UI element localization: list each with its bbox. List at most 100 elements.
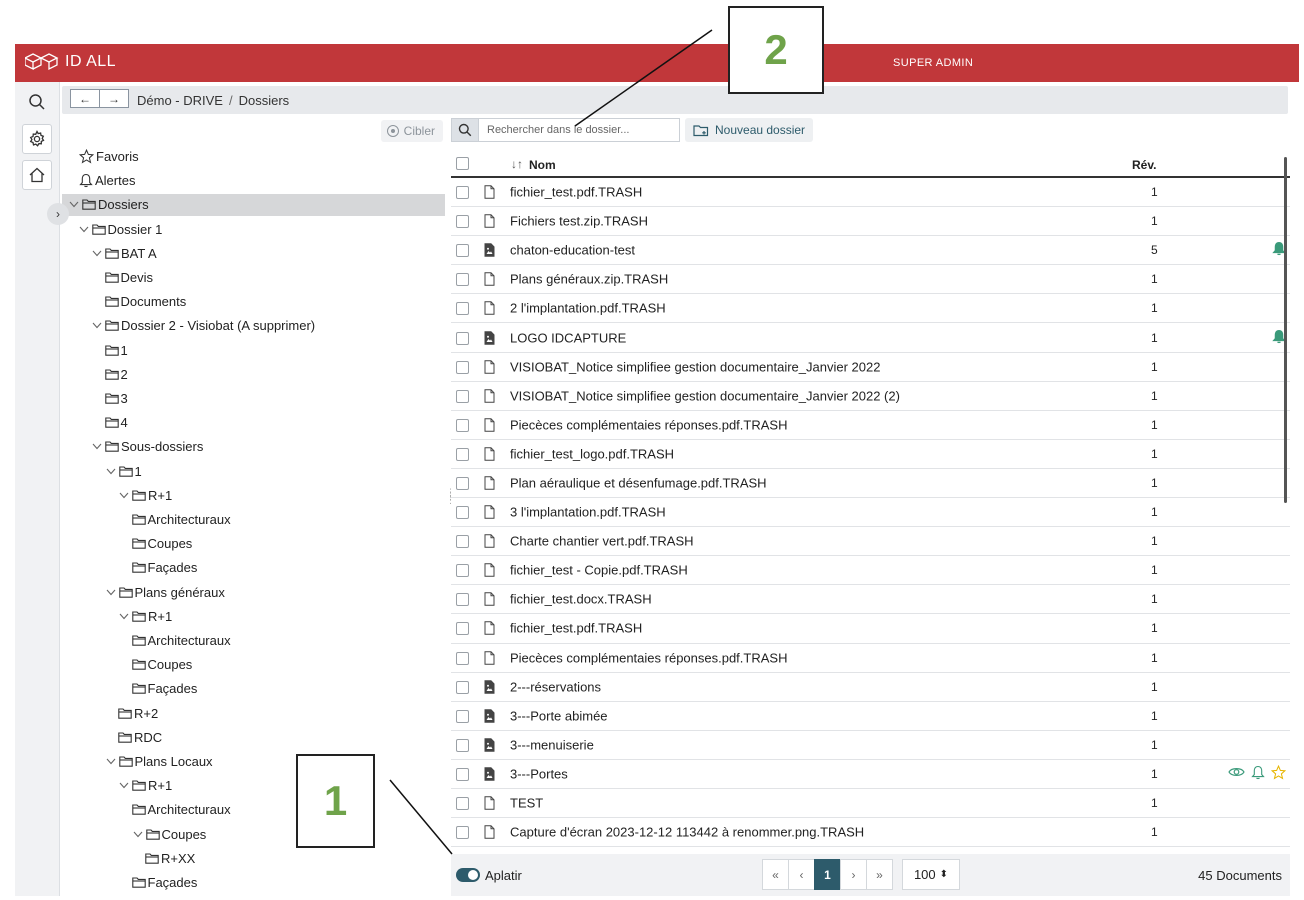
row-checkbox[interactable]	[456, 302, 469, 316]
table-row[interactable]: fichier_test.pdf.TRASH 1	[451, 178, 1290, 208]
file-name[interactable]: Plan aéraulique et désenfumage.pdf.TRASH	[510, 475, 767, 490]
expand-panel-button[interactable]: ›	[47, 203, 69, 225]
tree-node[interactable]: R+2	[62, 703, 445, 725]
tree-node[interactable]: Plans généraux	[62, 582, 445, 604]
row-checkbox[interactable]	[456, 535, 469, 549]
view-eye-icon[interactable]	[1228, 766, 1245, 781]
tree-node[interactable]: 1	[62, 340, 445, 362]
app-logo[interactable]: ID ALL	[25, 52, 116, 72]
tree-node[interactable]: Plans Locaux	[62, 751, 445, 773]
row-checkbox[interactable]	[456, 244, 469, 258]
tree-node[interactable]: Façades	[62, 678, 445, 700]
file-name[interactable]: 3---Portes	[510, 766, 568, 781]
table-row[interactable]: Piecèces complémentaies réponses.pdf.TRA…	[451, 644, 1290, 673]
tree-node[interactable]: 2	[62, 364, 445, 386]
tree-node[interactable]: Alertes	[62, 170, 445, 192]
row-checkbox[interactable]	[456, 651, 469, 665]
row-checkbox[interactable]	[456, 622, 469, 636]
table-row[interactable]: TEST 1	[451, 789, 1290, 819]
chevron-down-icon[interactable]	[91, 250, 103, 257]
table-row[interactable]: fichier_test_logo.pdf.TRASH 1	[451, 440, 1290, 469]
row-checkbox[interactable]	[456, 826, 469, 840]
row-checkbox[interactable]	[456, 476, 469, 490]
row-checkbox[interactable]	[456, 331, 469, 345]
file-name[interactable]: LOGO IDCAPTURE	[510, 330, 626, 345]
table-row[interactable]: fichier_test - Copie.pdf.TRASH 1	[451, 556, 1290, 586]
tree-node[interactable]: R+1	[62, 485, 445, 507]
chevron-down-icon[interactable]	[105, 589, 117, 596]
table-row[interactable]: 3---Portes 1	[451, 760, 1290, 789]
tree-node[interactable]: Architecturaux	[62, 630, 445, 652]
table-row[interactable]: Capture d'écran 2023-12-12 113442 à reno…	[451, 818, 1290, 848]
row-checkbox[interactable]	[456, 389, 469, 403]
row-checkbox[interactable]	[456, 360, 469, 374]
table-row[interactable]: fichier_test.docx.TRASH 1	[451, 585, 1290, 615]
tree-node[interactable]: 4	[62, 412, 445, 434]
chevron-down-icon[interactable]	[105, 468, 117, 475]
tree-node[interactable]: RDC	[62, 727, 445, 749]
table-row[interactable]: Piecèces complémentaies réponses.pdf.TRA…	[451, 411, 1290, 440]
tree-node[interactable]: 1	[62, 461, 445, 483]
file-name[interactable]: 3---Porte abimée	[510, 708, 608, 723]
tree-node[interactable]: Architecturaux	[62, 799, 445, 821]
tree-node[interactable]: R+XX	[62, 848, 445, 870]
file-name[interactable]: 3---menuiserie	[510, 737, 594, 752]
file-name[interactable]: 2---réservations	[510, 679, 601, 694]
tree-node[interactable]: Architecturaux	[62, 509, 445, 531]
tree-node[interactable]: Devis	[62, 267, 445, 289]
sort-icon[interactable]: ↓↑	[511, 157, 523, 171]
file-name[interactable]: fichier_test - Copie.pdf.TRASH	[510, 563, 688, 578]
tree-node[interactable]: Favoris	[62, 146, 445, 168]
file-name[interactable]: fichier_test.pdf.TRASH	[510, 185, 642, 200]
tree-node[interactable]: Dossier 2 - Visiobat (A supprimer)	[62, 315, 445, 337]
page-prev-button[interactable]: ‹	[788, 859, 815, 890]
row-checkbox[interactable]	[456, 215, 469, 229]
tree-node[interactable]: Dossier 1	[62, 219, 445, 241]
table-scrollbar[interactable]	[1284, 157, 1287, 503]
row-checkbox[interactable]	[456, 680, 469, 694]
row-checkbox[interactable]	[456, 418, 469, 432]
file-name[interactable]: Piecèces complémentaies réponses.pdf.TRA…	[510, 417, 787, 432]
tree-node[interactable]: Façades	[62, 557, 445, 579]
tree-node[interactable]: 3	[62, 388, 445, 410]
tree-node[interactable]: Documents	[62, 291, 445, 313]
tree-node[interactable]: R+1	[62, 606, 445, 628]
chevron-down-icon[interactable]	[105, 758, 117, 765]
row-checkbox[interactable]	[456, 506, 469, 520]
tree-node[interactable]: BAT A	[62, 243, 445, 265]
table-row[interactable]: chaton-education-test 5	[451, 236, 1290, 266]
table-row[interactable]: Plans généraux.zip.TRASH 1	[451, 265, 1290, 295]
table-row[interactable]: 3---Porte abimée 1	[451, 702, 1290, 731]
favorite-star-icon[interactable]	[1270, 764, 1287, 783]
page-last-button[interactable]: »	[866, 859, 893, 890]
row-checkbox[interactable]	[456, 186, 469, 200]
table-row[interactable]: Fichiers test.zip.TRASH 1	[451, 207, 1290, 237]
select-all-checkbox[interactable]	[456, 157, 469, 170]
tree-node[interactable]: Dossiers	[62, 194, 445, 217]
file-name[interactable]: Charte chantier vert.pdf.TRASH	[510, 534, 694, 549]
rail-search-button[interactable]	[22, 87, 52, 117]
search-button[interactable]	[451, 118, 479, 142]
rail-home-button[interactable]	[22, 160, 52, 190]
tree-node[interactable]: Coupes	[62, 824, 445, 846]
breadcrumb-item-drive[interactable]: Démo - DRIVE	[137, 93, 223, 108]
page-first-button[interactable]: «	[762, 859, 789, 890]
user-role[interactable]: SUPER ADMIN	[893, 57, 973, 69]
column-header-rev[interactable]: Rév.	[1132, 158, 1156, 172]
file-name[interactable]: Piecèces complémentaies réponses.pdf.TRA…	[510, 650, 787, 665]
table-row[interactable]: 2---réservations 1	[451, 673, 1290, 702]
page-current-button[interactable]: 1	[814, 859, 841, 890]
file-name[interactable]: Capture d'écran 2023-12-12 113442 à reno…	[510, 825, 864, 840]
new-folder-button[interactable]: Nouveau dossier	[685, 118, 814, 142]
tree-node[interactable]: Coupes	[62, 654, 445, 676]
row-checkbox[interactable]	[456, 273, 469, 287]
chevron-down-icon[interactable]	[118, 613, 130, 620]
tree-node[interactable]: Sous-dossiers	[62, 436, 445, 458]
per-page-select[interactable]: 100 ⬍	[902, 859, 960, 890]
chevron-down-icon[interactable]	[91, 443, 103, 450]
tree-node[interactable]: R+1	[62, 775, 445, 797]
table-row[interactable]: Plan aéraulique et désenfumage.pdf.TRASH…	[451, 469, 1290, 499]
file-name[interactable]: Fichiers test.zip.TRASH	[510, 214, 648, 229]
file-name[interactable]: 3 l'implantation.pdf.TRASH	[510, 505, 666, 520]
table-row[interactable]: VISIOBAT_Notice simplifiee gestion docum…	[451, 382, 1290, 411]
